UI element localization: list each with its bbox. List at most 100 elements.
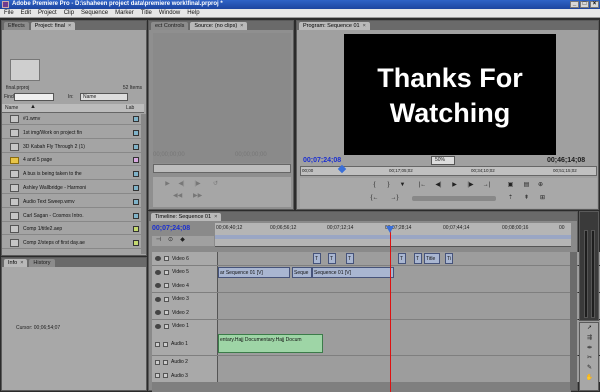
track-header[interactable]: Video 6 bbox=[152, 252, 218, 265]
menu-project[interactable]: Project bbox=[38, 9, 57, 17]
label-color-swatch[interactable] bbox=[133, 143, 139, 150]
go-to-in-icon[interactable]: |← bbox=[418, 182, 427, 189]
video-clip[interactable]: T bbox=[346, 253, 354, 264]
project-item[interactable]: #1.wmv bbox=[2, 114, 143, 125]
label-color-swatch[interactable] bbox=[133, 157, 139, 164]
track-header[interactable]: Audio 3 bbox=[152, 369, 218, 382]
tab-project[interactable]: Project: final × bbox=[30, 22, 76, 30]
go-to-next-edit-icon[interactable]: →} bbox=[390, 195, 399, 202]
step-forward-icon[interactable]: |▶ bbox=[466, 182, 475, 189]
razor-tool-icon[interactable]: ✂ bbox=[585, 355, 594, 362]
label-color-swatch[interactable] bbox=[133, 116, 139, 122]
col-name[interactable]: Name bbox=[5, 105, 18, 111]
close-tab-icon[interactable]: × bbox=[214, 214, 217, 220]
close-tab-icon[interactable]: × bbox=[68, 23, 71, 29]
project-scrollbar[interactable] bbox=[141, 114, 146, 254]
label-color-swatch[interactable] bbox=[133, 240, 139, 247]
menu-edit[interactable]: Edit bbox=[21, 9, 31, 17]
track-body[interactable] bbox=[218, 292, 600, 306]
close-tab-icon[interactable]: × bbox=[240, 23, 243, 29]
track-select-tool-icon[interactable]: ⇶ bbox=[585, 335, 594, 342]
step-back-icon[interactable]: ◀| bbox=[177, 181, 186, 188]
project-item[interactable]: Audio Text Sweep.wmv bbox=[2, 197, 143, 208]
track-body[interactable] bbox=[218, 306, 600, 319]
output-icon[interactable]: ▤ bbox=[522, 182, 531, 189]
maximize-button[interactable]: □ bbox=[580, 1, 589, 8]
timeline-timecode[interactable]: 00;07;24;08 bbox=[152, 225, 190, 232]
source-ruler[interactable] bbox=[153, 164, 291, 173]
menu-title[interactable]: Title bbox=[141, 9, 152, 17]
ripple-edit-tool-icon[interactable]: ⇹ bbox=[585, 345, 594, 352]
track-body[interactable]: ar Sequence 01 [V] Seque Sequence 01 [V] bbox=[218, 265, 600, 279]
label-color-swatch[interactable] bbox=[133, 198, 139, 205]
project-item[interactable]: Comp 1/title2.aep bbox=[2, 224, 143, 236]
in-select[interactable]: Name bbox=[80, 93, 128, 101]
project-item[interactable]: 1st img/Work on project fin bbox=[2, 128, 143, 139]
menu-window[interactable]: Window bbox=[159, 9, 180, 17]
tab-effects[interactable]: Effects bbox=[4, 22, 29, 30]
track-body[interactable] bbox=[218, 279, 600, 292]
lock-track-icon[interactable] bbox=[163, 341, 168, 347]
track-body[interactable] bbox=[218, 319, 600, 333]
label-color-swatch[interactable] bbox=[133, 185, 139, 191]
work-area-bar[interactable] bbox=[215, 235, 571, 239]
track-header[interactable]: Video 1 bbox=[152, 319, 218, 333]
pen-tool-icon[interactable]: ✎ bbox=[585, 365, 594, 372]
playhead-marker[interactable] bbox=[337, 164, 347, 174]
lock-track-icon[interactable] bbox=[164, 269, 169, 275]
video-clip[interactable]: T bbox=[398, 253, 406, 264]
mark-out-icon[interactable]: } bbox=[384, 182, 393, 189]
lock-track-icon[interactable] bbox=[164, 310, 169, 315]
project-item[interactable]: 4 and 5 page bbox=[2, 155, 143, 167]
tab-program[interactable]: Program: Sequence 01 × bbox=[299, 22, 370, 30]
menu-clip[interactable]: Clip bbox=[64, 9, 74, 17]
lift-icon[interactable]: ⇡ bbox=[506, 195, 515, 202]
track-body[interactable]: entary.Hajj Documentary.Hajj Docum bbox=[218, 333, 600, 355]
close-tab-icon[interactable]: × bbox=[363, 23, 366, 29]
track-header[interactable]: Video 4 bbox=[152, 279, 218, 292]
project-item[interactable]: A bus is being taken to the bbox=[2, 169, 143, 181]
tab-timeline[interactable]: Timeline: Sequence 01 × bbox=[151, 213, 222, 221]
toggle-output-eye-icon[interactable] bbox=[155, 323, 161, 329]
toggle-audio-icon[interactable] bbox=[155, 373, 160, 378]
menu-file[interactable]: File bbox=[4, 9, 14, 17]
track-header[interactable]: Audio 1 bbox=[152, 333, 218, 355]
menu-help[interactable]: Help bbox=[187, 9, 199, 17]
mark-in-icon[interactable]: { bbox=[370, 182, 379, 189]
menu-marker[interactable]: Marker bbox=[115, 9, 134, 17]
video-clip[interactable]: ar Sequence 01 [V] bbox=[218, 266, 290, 278]
program-current-timecode[interactable]: 00;07;24;08 bbox=[303, 157, 341, 164]
video-clip[interactable]: Title bbox=[424, 253, 440, 264]
project-item[interactable]: Ashley Wallbridge - Harmoni bbox=[2, 183, 143, 194]
video-clip[interactable]: T bbox=[414, 253, 422, 264]
go-to-prev-edit-icon[interactable]: {← bbox=[370, 195, 379, 202]
tab-info[interactable]: Info × bbox=[4, 259, 28, 267]
safe-margins-icon[interactable]: ▣ bbox=[506, 182, 515, 189]
fast-forward-icon[interactable]: ▶▶ bbox=[193, 193, 202, 200]
loop-icon[interactable]: ↺ bbox=[211, 181, 220, 188]
hand-tool-icon[interactable]: ✋ bbox=[585, 375, 594, 382]
find-input[interactable] bbox=[14, 93, 54, 101]
toggle-audio-icon[interactable] bbox=[155, 341, 160, 347]
label-color-swatch[interactable] bbox=[133, 212, 139, 219]
label-color-swatch[interactable] bbox=[133, 129, 139, 136]
toggle-output-eye-icon[interactable] bbox=[155, 269, 161, 275]
minimize-button[interactable]: _ bbox=[570, 1, 579, 8]
tab-history[interactable]: History bbox=[29, 259, 55, 267]
track-header[interactable]: Video 3 bbox=[152, 292, 218, 306]
snap-icon[interactable]: ⊣ bbox=[154, 237, 163, 244]
label-color-swatch[interactable] bbox=[133, 226, 139, 233]
tab-effect-controls[interactable]: ect Controls bbox=[151, 22, 189, 30]
tab-source[interactable]: Source: (no clips) × bbox=[190, 22, 248, 30]
extract-icon[interactable]: ⇞ bbox=[522, 195, 531, 202]
timeline-scrollbar[interactable] bbox=[570, 252, 577, 390]
audio-clip[interactable]: entary.Hajj Documentary.Hajj Docum bbox=[218, 334, 323, 353]
track-body[interactable] bbox=[218, 355, 600, 369]
selection-tool-icon[interactable]: ➚ bbox=[585, 325, 594, 332]
toggle-output-eye-icon[interactable] bbox=[155, 296, 161, 302]
track-header[interactable]: Video 5 bbox=[152, 265, 218, 279]
rewind-icon[interactable]: ◀◀ bbox=[173, 193, 182, 200]
label-color-swatch[interactable] bbox=[133, 171, 139, 178]
toggle-output-eye-icon[interactable] bbox=[155, 283, 161, 288]
track-body[interactable]: T T T T T Title Ti bbox=[218, 252, 600, 265]
